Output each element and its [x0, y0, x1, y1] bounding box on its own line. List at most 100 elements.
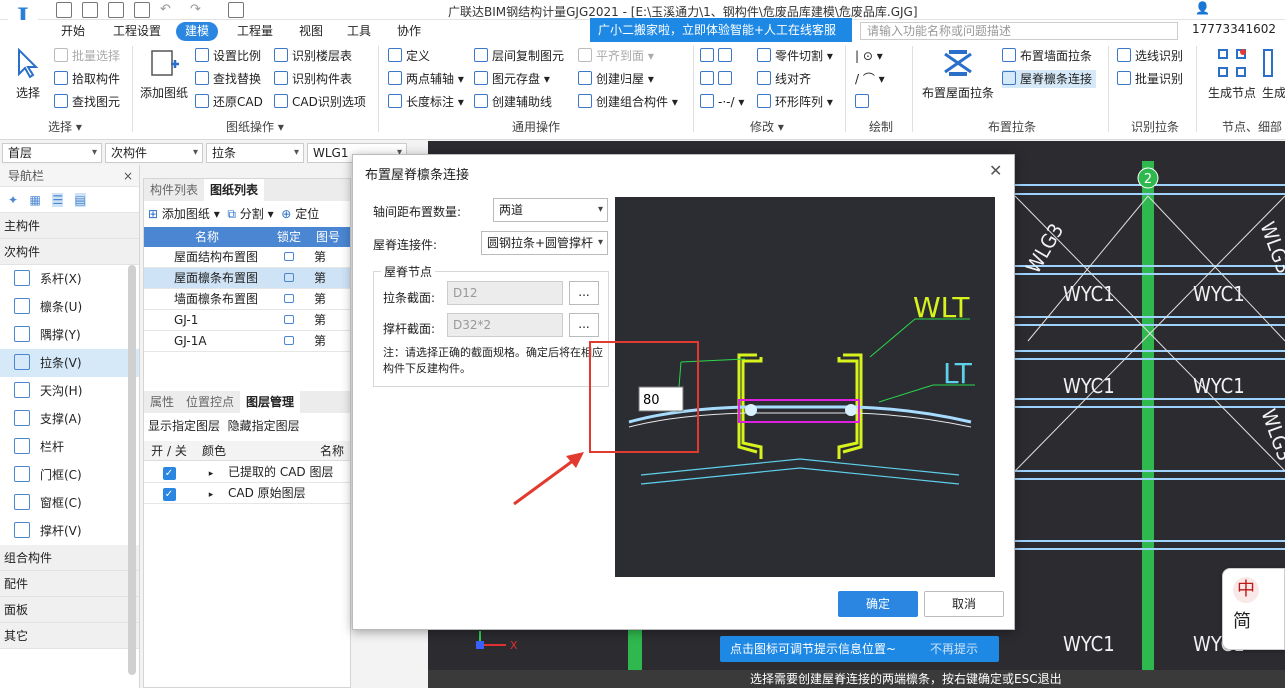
- strut-section-input[interactable]: D32*2: [447, 313, 563, 337]
- nav-category-panels[interactable]: 面板: [0, 597, 139, 623]
- line-align-button[interactable]: 线对齐: [757, 70, 811, 88]
- split-tool[interactable]: ⧉ 分割 ▾: [227, 207, 273, 221]
- table-row[interactable]: 屋面檩条布置图第: [144, 268, 350, 289]
- pick-component-button[interactable]: 拾取构件: [54, 70, 120, 88]
- nav-item-door-frame[interactable]: 门框(C): [0, 461, 139, 489]
- tab-component-list[interactable]: 构件列表: [144, 179, 205, 201]
- nav-category-combined[interactable]: 组合构件: [0, 545, 139, 571]
- tab-project-settings[interactable]: 工程设置: [104, 22, 170, 41]
- close-icon[interactable]: ×: [123, 165, 133, 187]
- axis-count-select[interactable]: 两道: [493, 198, 608, 222]
- hide-layer-button[interactable]: 隐藏指定图层: [228, 419, 300, 433]
- copy-icon[interactable]: [134, 2, 150, 18]
- nav-item-strut[interactable]: 撑杆(V): [0, 517, 139, 545]
- select-line-identify-button[interactable]: 选线识别: [1117, 47, 1183, 65]
- delete-tool-icon[interactable]: [700, 47, 736, 65]
- layer-checkbox[interactable]: ✓: [162, 488, 176, 501]
- locate-tool[interactable]: ⊕ 定位: [281, 207, 319, 221]
- nav-item-railing[interactable]: 栏杆: [0, 433, 139, 461]
- nav-scrollbar[interactable]: [128, 265, 136, 675]
- restore-cad-button[interactable]: 还原CAD: [195, 93, 263, 111]
- move-tool-icon[interactable]: -·-/ ▾: [700, 93, 744, 111]
- grid-view-icon[interactable]: ▦: [30, 193, 41, 207]
- copy-between-floors-button[interactable]: 层间复制图元: [474, 47, 564, 65]
- cad-identify-options-button[interactable]: CAD识别选项: [274, 93, 366, 111]
- ridge-purlin-connection-button[interactable]: 屋脊檩条连接: [1002, 70, 1097, 88]
- tab-properties[interactable]: 属性: [144, 391, 181, 413]
- search-input[interactable]: 请输入功能名称或问题描述: [860, 22, 1178, 40]
- undo-icon[interactable]: ↶: [160, 2, 171, 17]
- tab-tools[interactable]: 工具: [338, 22, 380, 41]
- table-row[interactable]: GJ-1A 第: [144, 331, 350, 352]
- user-id[interactable]: 17773341602: [1192, 22, 1276, 36]
- draw-arc-icon[interactable]: / ⌒ ▾: [855, 70, 885, 88]
- tab-control-points[interactable]: 位置控点: [180, 391, 241, 413]
- generate-nodes-button[interactable]: 生成节点: [1204, 46, 1260, 101]
- tab-collaborate[interactable]: 协作: [388, 22, 430, 41]
- align-to-face-button[interactable]: 平齐到面 ▾: [578, 47, 654, 65]
- close-icon[interactable]: ✕: [989, 161, 1002, 180]
- layout-roof-ties-button[interactable]: 布置屋面拉条: [920, 46, 996, 101]
- table-row[interactable]: GJ-1 第: [144, 310, 350, 331]
- ok-button[interactable]: 确定: [838, 591, 918, 617]
- nav-item-bracing[interactable]: 支撑(A): [0, 405, 139, 433]
- create-guide-line-button[interactable]: 创建辅助线: [474, 93, 552, 111]
- generate-detail-button[interactable]: 生成: [1262, 46, 1285, 101]
- find-element-button[interactable]: 查找图元: [54, 93, 120, 111]
- tab-layer-management[interactable]: 图层管理: [240, 391, 301, 413]
- nav-item-gutter[interactable]: 天沟(H): [0, 377, 139, 405]
- strut-section-browse-button[interactable]: ...: [569, 313, 599, 337]
- identify-component-table-button[interactable]: 识别构件表: [274, 70, 352, 88]
- expand-icon[interactable]: ▸: [194, 464, 228, 485]
- draw-line-icon[interactable]: | ⊙ ▾: [855, 47, 883, 65]
- tab-quantities[interactable]: 工程量: [228, 22, 282, 41]
- ring-array-button[interactable]: 环形阵列 ▾: [757, 93, 833, 111]
- nav-item-tie-rod[interactable]: 拉条(V): [0, 349, 139, 377]
- floor-select[interactable]: 首层: [2, 143, 102, 163]
- nav-item-window-frame[interactable]: 窗框(C): [0, 489, 139, 517]
- grid-icon[interactable]: [228, 2, 244, 18]
- promo-banner[interactable]: 广小二搬家啦，立即体验智能+人工在线客服: [590, 18, 852, 42]
- part-cut-button[interactable]: 零件切割 ▾: [757, 47, 833, 65]
- find-replace-button[interactable]: 查找替换: [195, 70, 261, 88]
- nav-category-main[interactable]: 主构件: [0, 213, 139, 239]
- ime-widget[interactable]: 中 简: [1222, 568, 1285, 650]
- nav-category-other[interactable]: 其它: [0, 623, 139, 649]
- tab-drawing-list[interactable]: 图纸列表: [204, 179, 265, 201]
- expand-icon[interactable]: ▸: [194, 485, 228, 506]
- new-file-icon[interactable]: [82, 2, 98, 18]
- save-element-button[interactable]: 图元存盘 ▾: [474, 70, 550, 88]
- batch-select-button[interactable]: 批量选择: [54, 47, 120, 65]
- set-scale-button[interactable]: 设置比例: [195, 47, 261, 65]
- component-type-select[interactable]: 次构件: [105, 143, 203, 163]
- add-drawing-tool[interactable]: ⊞ 添加图纸 ▾: [148, 207, 220, 221]
- detail-view-icon[interactable]: ▤: [74, 193, 86, 207]
- add-drawing-button[interactable]: 添加图纸: [140, 46, 188, 101]
- copy-tool-icon[interactable]: [700, 70, 736, 88]
- table-row[interactable]: 屋面结构布置图第: [144, 247, 350, 268]
- batch-identify-button[interactable]: 批量识别: [1117, 70, 1183, 88]
- tab-modeling[interactable]: 建模: [176, 22, 219, 41]
- create-combined-component-button[interactable]: 创建组合构件 ▾: [578, 93, 678, 111]
- length-dimension-button[interactable]: 长度标注 ▾: [388, 93, 464, 111]
- table-row[interactable]: 墙面檩条布置图第: [144, 289, 350, 310]
- dismiss-hint-button[interactable]: 不再提示: [930, 636, 978, 662]
- tie-section-input[interactable]: D12: [447, 281, 563, 305]
- component-select[interactable]: 拉条: [206, 143, 304, 163]
- connector-select[interactable]: 圆钢拉条+圆管撑杆: [481, 231, 608, 255]
- layout-wall-ties-button[interactable]: 布置墙面拉条: [1002, 47, 1092, 65]
- nav-item-knee-brace[interactable]: 隅撑(Y): [0, 321, 139, 349]
- list-view-icon[interactable]: ☰: [52, 193, 64, 207]
- save-icon[interactable]: [56, 2, 72, 18]
- redo-icon[interactable]: ↷: [190, 2, 201, 17]
- open-folder-icon[interactable]: [108, 2, 124, 18]
- tie-section-browse-button[interactable]: ...: [569, 281, 599, 305]
- layer-checkbox[interactable]: ✓: [162, 467, 176, 480]
- draw-rect-icon[interactable]: [855, 93, 873, 111]
- nav-item-purlin[interactable]: 檩条(U): [0, 293, 139, 321]
- two-point-axis-button[interactable]: 两点辅轴 ▾: [388, 70, 464, 88]
- nav-category-accessories[interactable]: 配件: [0, 571, 139, 597]
- cancel-button[interactable]: 取消: [924, 591, 1004, 617]
- identify-floor-table-button[interactable]: 识别楼层表: [274, 47, 352, 65]
- define-button[interactable]: 定义: [388, 47, 430, 65]
